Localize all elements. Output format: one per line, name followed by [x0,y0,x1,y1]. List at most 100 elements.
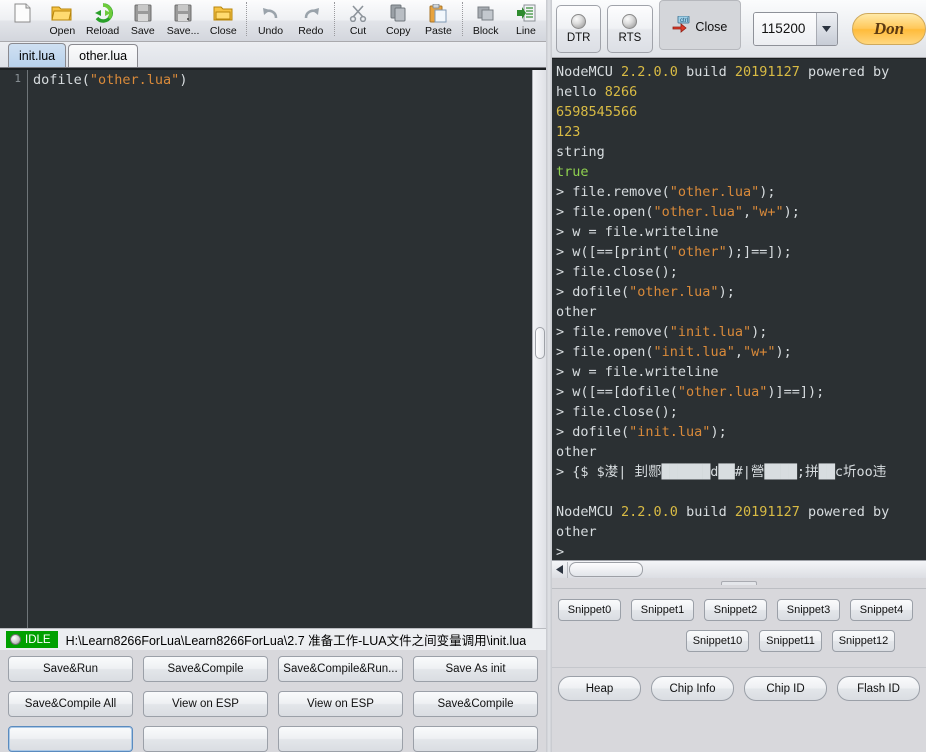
serial-terminal-output[interactable]: NodeMCU 2.2.0.0 build 20191127 powered b… [552,58,926,560]
action-button-grid: Save&Run Save&Compile Save&Compile&Run..… [0,650,546,752]
serial-terminal-pane: DTR RTS ctrl Close 115200 Don NodeMCU 2.… [552,0,926,752]
scroll-left-arrow-icon[interactable] [552,561,568,578]
snippet11-button[interactable]: Snippet11 [759,630,822,652]
terminal-line: > dofile("init.lua"); [556,424,727,440]
toolbar-paste[interactable]: Paste [418,0,458,41]
toolbar-undo-label: Undo [257,25,284,37]
terminal-line: string [556,144,605,160]
status-led-icon [10,634,21,645]
terminal-line: > w([==[dofile("other.lua")]==]); [556,384,825,400]
tab-other-lua-label: other.lua [79,49,128,63]
scissors-icon [349,2,367,24]
toolbar-new-file[interactable] [2,0,42,41]
save-as-init-button[interactable]: Save As init [413,656,538,682]
flash-id-button[interactable]: Flash ID [837,676,920,701]
snippet0-button[interactable]: Snippet0 [558,599,621,621]
snippet10-button[interactable]: Snippet10 [686,630,749,652]
view-on-esp-button-1[interactable]: View on ESP [143,691,268,717]
tab-init-lua[interactable]: init.lua [8,43,67,67]
toolbar-open[interactable]: Open [42,0,82,41]
snippet3-button[interactable]: Snippet3 [777,599,840,621]
toolbar-open-label: Open [49,25,76,37]
current-file-path: H:\Learn8266ForLua\Learn8266ForLua\2.7 准… [65,634,527,648]
copy-icon [389,2,407,24]
terminal-line: > w([==[print("other");]==]); [556,244,792,260]
toolbar-block[interactable]: Block [466,0,506,41]
save-as-icon [174,2,192,24]
snippet12-button[interactable]: Snippet12 [832,630,895,652]
chip-info-button[interactable]: Chip Info [651,676,734,701]
toolbar-close[interactable]: Close [203,0,243,41]
donate-button[interactable]: Don [851,12,926,45]
save-compile-all-button[interactable]: Save&Compile All [8,691,133,717]
toolbar-line-label: Line [516,25,536,37]
chip-id-button[interactable]: Chip ID [744,676,827,701]
snippet4-button[interactable]: Snippet4 [850,599,913,621]
editor-vertical-scrollbar[interactable] [532,70,546,628]
close-port-button[interactable]: ctrl Close [658,0,742,50]
terminal-hscroll-thumb[interactable] [569,562,643,577]
terminal-line: other [556,444,597,460]
toolbar-copy[interactable]: Copy [378,0,418,41]
save-and-run-button[interactable]: Save&Run [8,656,133,682]
rts-button[interactable]: RTS [607,4,653,53]
save-icon [134,2,152,24]
terminal-line: > file.close(); [556,264,678,280]
toolbar-cut[interactable]: Cut [338,0,378,41]
save-compile-button-2[interactable]: Save&Compile [413,691,538,717]
terminal-line: true [556,164,589,180]
view-on-esp-button-2[interactable]: View on ESP [278,691,403,717]
terminal-horizontal-scrollbar[interactable] [552,560,926,578]
undo-icon [261,2,281,24]
paste-icon [429,2,447,24]
terminal-line: 6598545566 [556,104,638,120]
snippet2-button[interactable]: Snippet2 [704,599,767,621]
toolbar-cut-label: Cut [349,25,367,37]
toolbar-close-label: Close [209,25,237,37]
svg-text:ctrl: ctrl [680,18,688,24]
toolbar-line[interactable]: Line [506,0,546,41]
tab-init-lua-label: init.lua [19,48,56,63]
chip-info-button-row: Heap Chip Info Chip ID Flash ID [552,667,926,707]
toolbar-save-as-label: Save... [166,25,200,37]
editor-toolbar: Open Reload Save Save... Close Undo Redo… [0,0,546,42]
extra-button-2[interactable] [143,726,268,752]
toolbar-reload-label: Reload [85,25,120,37]
right-pane-splitter[interactable] [552,578,926,588]
snippet-button-panel: Snippet0 Snippet1 Snippet2 Snippet3 Snip… [552,588,926,667]
toolbar-save[interactable]: Save [123,0,163,41]
terminal-line: 123 [556,124,581,140]
dtr-button[interactable]: DTR [556,4,602,53]
extra-button-1[interactable] [8,726,133,752]
editor-scroll-thumb[interactable] [535,326,545,359]
terminal-line: NodeMCU 2.2.0.0 build 20191127 powered b… [556,64,890,80]
donate-label: Don [873,18,905,38]
heap-button[interactable]: Heap [558,676,641,701]
terminal-line: NodeMCU 2.2.0.0 build 20191127 powered b… [556,504,890,520]
extra-button-3[interactable] [278,726,403,752]
tab-other-lua[interactable]: other.lua [68,44,139,67]
code-text[interactable]: dofile("other.lua") [33,70,546,628]
toolbar-redo[interactable]: Redo [291,0,331,41]
snippet1-button[interactable]: Snippet1 [631,599,694,621]
toolbar-undo[interactable]: Undo [250,0,290,41]
extra-button-4[interactable] [413,726,538,752]
terminal-line: hello 8266 [556,84,638,100]
terminal-line: > dofile("other.lua"); [556,284,735,300]
terminal-line: > file.open("other.lua","w+"); [556,204,800,220]
toolbar-reload[interactable]: Reload [82,0,122,41]
reload-icon [93,2,113,24]
toolbar-copy-label: Copy [385,25,411,37]
splitter-grip [721,581,757,585]
save-compile-run-button[interactable]: Save&Compile&Run... [278,656,403,682]
terminal-line: > w = file.writeline [556,224,719,240]
terminal-line: > file.close(); [556,404,678,420]
toolbar-save-as[interactable]: Save... [163,0,203,41]
redo-icon [301,2,321,24]
line-number-gutter: 1 [0,70,28,628]
baud-rate-select[interactable]: 115200 [753,11,838,46]
code-editor[interactable]: 1 dofile("other.lua") [0,68,546,628]
chevron-down-icon[interactable] [815,12,837,45]
save-and-compile-button[interactable]: Save&Compile [143,656,268,682]
